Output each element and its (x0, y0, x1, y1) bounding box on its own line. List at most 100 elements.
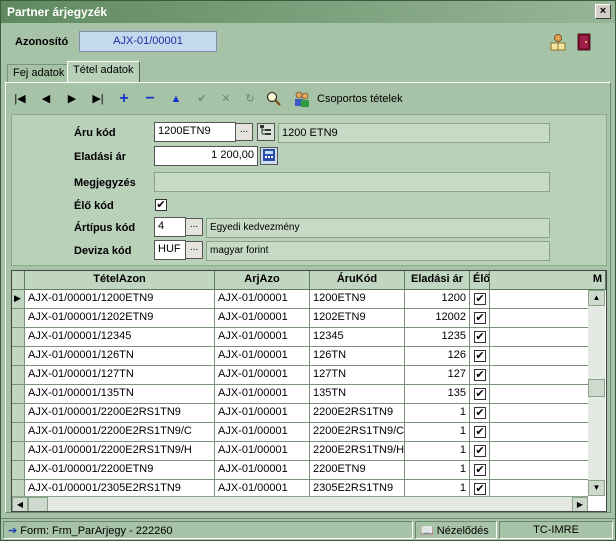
table-cell[interactable]: 135 (405, 385, 470, 404)
close-button[interactable]: × (595, 4, 611, 19)
elo-kod-checkbox[interactable]: ✔ (155, 199, 167, 211)
table-cell[interactable]: AJX-01/00001/12345 (25, 328, 215, 347)
table-cell[interactable]: AJX-01/00001 (215, 404, 310, 423)
scroll-thumb[interactable] (588, 379, 605, 397)
table-cell-m[interactable] (490, 404, 588, 423)
calculator-button[interactable] (260, 147, 278, 165)
row-indicator[interactable] (12, 385, 25, 404)
search-button[interactable] (265, 89, 283, 109)
elo-checkbox[interactable]: ✔ (474, 445, 486, 457)
hscroll-thumb[interactable] (28, 497, 48, 511)
table-cell[interactable]: 135TN (310, 385, 405, 404)
table-cell-m[interactable] (490, 328, 588, 347)
megjegyzes-input[interactable] (154, 172, 550, 192)
table-cell-m[interactable] (490, 385, 588, 404)
elo-checkbox[interactable]: ✔ (474, 464, 486, 476)
artipus-lookup-button[interactable]: ... (185, 218, 203, 236)
table-cell[interactable]: AJX-01/00001 (215, 347, 310, 366)
col-header-arjazo[interactable]: ArjAzo (215, 271, 310, 290)
row-indicator[interactable] (12, 347, 25, 366)
elo-checkbox[interactable]: ✔ (474, 293, 486, 305)
table-cell[interactable]: 1 (405, 423, 470, 442)
scroll-right-button[interactable]: ▶ (572, 497, 588, 511)
elo-cell[interactable]: ✔ (470, 404, 490, 423)
group-items-button[interactable]: Csoportos tételek (317, 89, 403, 109)
table-cell[interactable]: AJX-01/00001/126TN (25, 347, 215, 366)
table-cell-m[interactable] (490, 290, 588, 309)
row-indicator[interactable] (12, 461, 25, 480)
first-record-button[interactable]: |◀ (11, 89, 29, 109)
delete-record-button[interactable]: − (141, 89, 159, 109)
tab-fej-adatok[interactable]: Fej adatok (7, 64, 71, 82)
elo-checkbox[interactable]: ✔ (474, 426, 486, 438)
table-cell[interactable]: AJX-01/00001 (215, 442, 310, 461)
col-header-tetelazon[interactable]: TételAzon (25, 271, 215, 290)
table-cell-m[interactable] (490, 461, 588, 480)
exit-door-icon[interactable] (577, 33, 591, 51)
table-cell-m[interactable] (490, 366, 588, 385)
table-cell[interactable]: AJX-01/00001 (215, 385, 310, 404)
table-cell[interactable]: AJX-01/00001/1202ETN9 (25, 309, 215, 328)
elo-cell[interactable]: ✔ (470, 461, 490, 480)
prev-record-button[interactable]: ◀ (37, 89, 55, 109)
elo-checkbox[interactable]: ✔ (474, 331, 486, 343)
table-cell[interactable]: 2200ETN9 (310, 461, 405, 480)
table-cell[interactable]: 2200E2RS1TN9 (310, 404, 405, 423)
table-cell[interactable]: 1 (405, 442, 470, 461)
row-indicator[interactable] (12, 366, 25, 385)
elo-cell[interactable]: ✔ (470, 366, 490, 385)
table-cell-m[interactable] (490, 347, 588, 366)
aru-kod-input[interactable]: 1200ETN9 (154, 122, 236, 142)
table-cell[interactable]: AJX-01/00001/1200ETN9 (25, 290, 215, 309)
elo-checkbox[interactable]: ✔ (474, 407, 486, 419)
items-grid[interactable]: TételAzon ArjAzo ÁruKód Eladási ár Élő M… (11, 270, 607, 512)
eladasi-ar-input[interactable]: 1 200,00 (154, 146, 258, 166)
col-header-elo[interactable]: Élő (470, 271, 490, 290)
deviza-input[interactable]: HUF (154, 240, 186, 260)
edit-record-button[interactable]: ▲ (167, 89, 185, 109)
artipus-input[interactable]: 4 (154, 217, 186, 237)
row-indicator[interactable]: ▶ (12, 290, 25, 309)
table-cell[interactable]: 2200E2RS1TN9/H (310, 442, 405, 461)
elo-cell[interactable]: ✔ (470, 347, 490, 366)
table-cell[interactable]: AJX-01/00001 (215, 309, 310, 328)
title-bar[interactable]: Partner árjegyzék × (1, 1, 615, 23)
table-cell[interactable]: AJX-01/00001 (215, 328, 310, 347)
table-cell[interactable]: AJX-01/00001 (215, 461, 310, 480)
elo-checkbox[interactable]: ✔ (474, 483, 486, 495)
last-record-button[interactable]: ▶| (89, 89, 107, 109)
table-cell-m[interactable] (490, 423, 588, 442)
reader-icon[interactable] (549, 33, 567, 51)
add-record-button[interactable]: + (115, 89, 133, 109)
table-cell[interactable]: AJX-01/00001/2200ETN9 (25, 461, 215, 480)
row-indicator[interactable] (12, 404, 25, 423)
table-cell[interactable]: 126TN (310, 347, 405, 366)
table-cell[interactable]: 2200E2RS1TN9/C (310, 423, 405, 442)
scroll-left-button[interactable]: ◀ (12, 497, 28, 511)
scroll-up-button[interactable]: ▲ (588, 290, 605, 306)
table-cell[interactable]: 127TN (310, 366, 405, 385)
table-cell[interactable]: AJX-01/00001 (215, 423, 310, 442)
table-cell[interactable]: 12002 (405, 309, 470, 328)
table-cell[interactable]: 126 (405, 347, 470, 366)
col-header-eladasi-ar[interactable]: Eladási ár (405, 271, 470, 290)
table-cell[interactable]: AJX-01/00001/2200E2RS1TN9/C (25, 423, 215, 442)
aru-kod-lookup-button[interactable]: ... (235, 123, 253, 141)
table-cell[interactable]: 1202ETN9 (310, 309, 405, 328)
table-cell[interactable]: 1235 (405, 328, 470, 347)
elo-checkbox[interactable]: ✔ (474, 350, 486, 362)
col-header-m[interactable]: M (490, 271, 606, 290)
col-header-arukod[interactable]: ÁruKód (310, 271, 405, 290)
table-cell-m[interactable] (490, 309, 588, 328)
deviza-lookup-button[interactable]: ... (185, 241, 203, 259)
group-items-icon[interactable] (293, 89, 311, 109)
table-cell[interactable]: 12345 (310, 328, 405, 347)
elo-cell[interactable]: ✔ (470, 442, 490, 461)
elo-cell[interactable]: ✔ (470, 385, 490, 404)
table-cell[interactable]: AJX-01/00001/135TN (25, 385, 215, 404)
next-record-button[interactable]: ▶ (63, 89, 81, 109)
row-indicator[interactable] (12, 423, 25, 442)
scroll-down-button[interactable]: ▼ (588, 480, 605, 496)
table-cell[interactable]: 1 (405, 404, 470, 423)
post-record-button[interactable]: ✔ (193, 89, 211, 109)
